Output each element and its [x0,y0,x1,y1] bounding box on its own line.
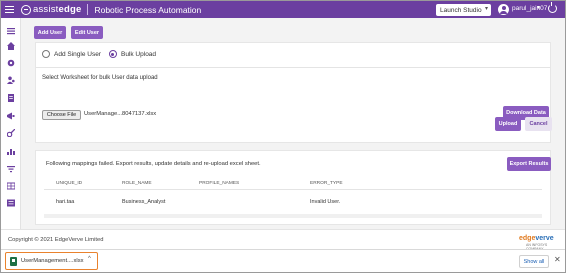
app-window: assist edge Robotic Process Automation La… [0,0,566,273]
brand-part-verve: verve [535,235,554,242]
excel-file-icon [10,257,17,266]
sidebar-menu-icon[interactable] [7,27,15,35]
cell-unique-id: hari.taa [56,199,75,205]
upload-card: Add Single User Bulk Upload Select Works… [35,42,551,143]
upload-button[interactable]: Upload [495,117,521,131]
results-message: Following mappings failed. Export result… [46,161,261,167]
launch-studio-select[interactable]: Launch Studio ▾ [436,4,491,16]
column-header: PROFILE_NAMES [199,181,240,186]
chevron-up-icon[interactable]: ^ [88,256,91,262]
settings-icon[interactable] [7,59,15,67]
chevron-down-icon: ▾ [484,6,488,12]
table-row: hari.taa Business_Analyst Invalid User. [44,191,542,213]
download-item[interactable]: UserManagement....xlsx ^ [5,252,98,270]
copyright-text: Copyright © 2021 EdgeVerve Limited [8,237,104,243]
launch-studio-label: Launch Studio [440,6,482,14]
bulk-upload-label[interactable]: Bulk Upload [121,51,156,58]
edgeverve-logo: edgeverve [519,235,554,242]
download-file-name[interactable]: UserManagement....xlsx [21,258,84,264]
cancel-button[interactable]: Cancel [525,117,552,131]
radio-add-single-user[interactable] [42,50,50,58]
upload-mode-options: Add Single User Bulk Upload [42,50,156,58]
select-worksheet-label: Select Worksheet for bulk User data uplo… [42,75,158,81]
document-icon[interactable] [7,94,15,102]
logo-mark-icon [21,4,31,15]
username[interactable]: parul_jain07 [512,5,547,12]
sidebar [1,18,21,229]
app-title: Robotic Process Automation [94,4,202,15]
filter-icon[interactable] [7,165,15,173]
megaphone-icon[interactable] [7,112,15,120]
results-table-header: UNIQUE_ID ROLE_NAME PROFILE_NAMES ERROR_… [44,178,542,190]
column-header: ROLE_NAME [122,181,152,186]
radio-bulk-upload[interactable] [108,50,117,58]
column-header: ERROR_TYPE [310,181,343,186]
users-icon[interactable] [7,76,15,84]
divider [36,67,550,68]
assistedge-logo: assist edge [21,4,81,15]
power-logout-icon[interactable] [548,2,557,13]
brand-part-edge: edge [519,235,536,242]
table-scrollbar[interactable] [44,214,542,218]
home-icon[interactable] [7,42,15,50]
add-single-user-label[interactable]: Add Single User [54,51,101,58]
edit-user-button[interactable]: Edit User [71,26,103,39]
results-card: Following mappings failed. Export result… [35,150,551,225]
logo-text-edge: edge [58,4,82,15]
key-icon[interactable] [7,129,15,137]
main-content: Add User Edit User Add Single User Bulk … [21,18,565,229]
hamburger-menu-icon[interactable] [4,4,15,15]
add-user-button[interactable]: Add User [34,26,66,39]
column-header: UNIQUE_ID [56,181,83,186]
cell-role-name: Business_Analyst [122,199,166,205]
download-bar: UserManagement....xlsx ^ Show all ✕ [1,249,565,272]
table-icon[interactable] [7,182,15,190]
choose-file-button[interactable]: Choose File [42,110,81,120]
header-divider [87,4,89,15]
show-all-button[interactable]: Show all [519,255,549,268]
selected-file-name: UserManage...8047137.xlsx [84,111,157,117]
footer: Copyright © 2021 EdgeVerve Limited edgev… [1,229,565,251]
user-menu-chevron-icon[interactable]: ▾ [537,4,540,11]
list-icon[interactable] [7,199,15,207]
logo-text-assist: assist [33,4,59,15]
network-icon[interactable] [7,147,15,155]
export-results-button[interactable]: Export Results [507,157,551,171]
user-avatar-icon[interactable] [498,4,509,15]
close-icon[interactable]: ✕ [554,255,561,264]
cell-error-type: Invalid User. [310,199,341,205]
